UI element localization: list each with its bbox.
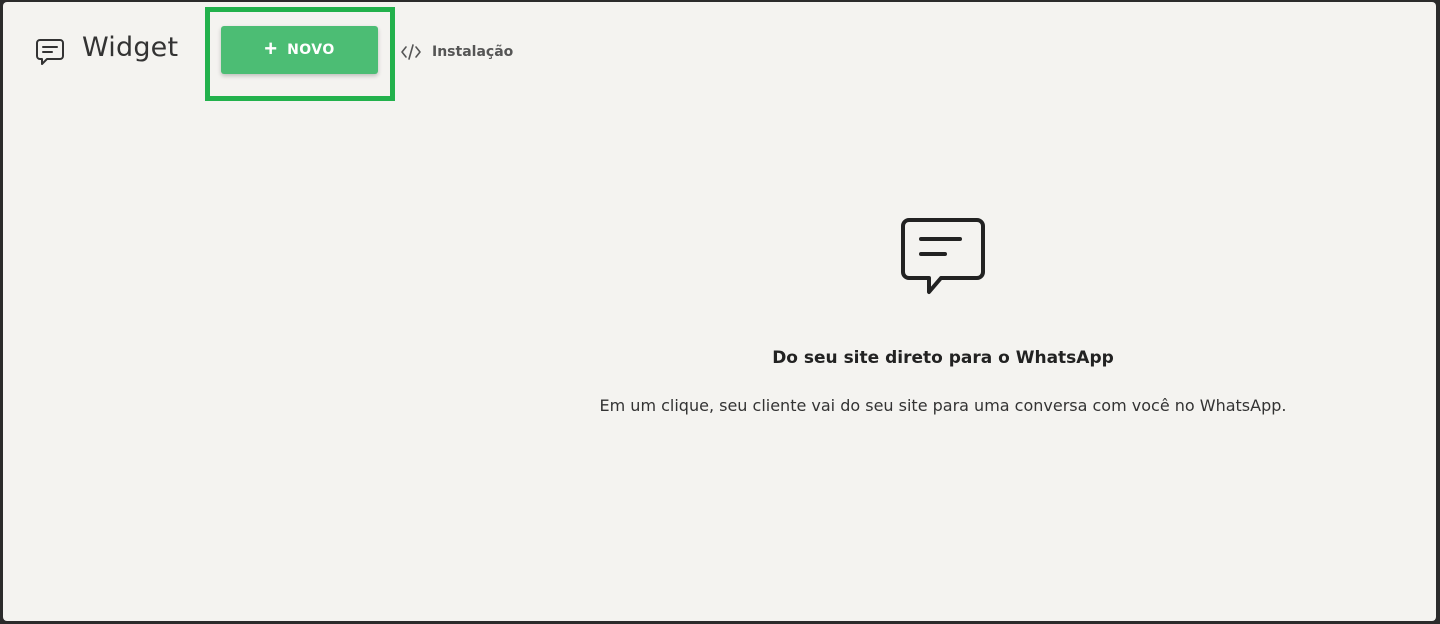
new-widget-button[interactable]: + NOVO (221, 26, 378, 74)
empty-state-heading: Do seu site direto para o WhatsApp (772, 348, 1114, 368)
plus-icon: + (264, 36, 278, 61)
installation-link[interactable]: Instalação (400, 40, 513, 64)
empty-state-description: Em um clique, seu cliente vai do seu sit… (599, 396, 1287, 415)
new-button-label: NOVO (287, 42, 335, 58)
chat-icon (36, 39, 64, 65)
page-title: Widget (82, 32, 179, 63)
page-header: Widget + NOVO Instalação (3, 2, 1436, 102)
code-icon (401, 44, 421, 60)
chat-icon (901, 218, 985, 294)
app-window: Widget + NOVO Instalação Do seu site dir… (3, 2, 1436, 621)
installation-label: Instalação (432, 44, 514, 60)
empty-state: Do seu site direto para o WhatsApp Em um… (443, 212, 1436, 415)
